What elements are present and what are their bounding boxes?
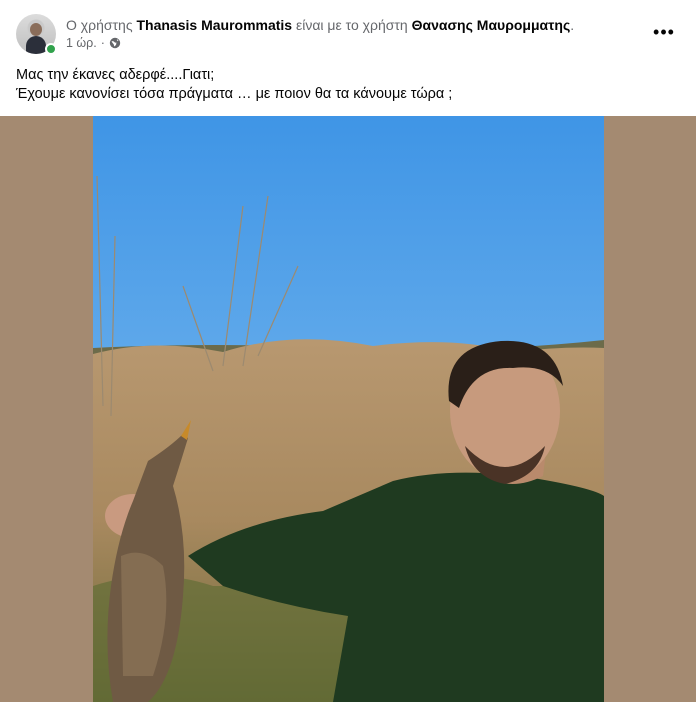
meta-separator: · — [100, 36, 105, 50]
post-text-line-2: Έχουμε κανονίσει τόσα πράγματα … με ποιο… — [16, 86, 453, 102]
author-name-link[interactable]: Thanasis Maurommatis — [136, 17, 292, 33]
post-message: Μας την έκανες αδερφέ....Γιατι; Έχουμε κ… — [16, 66, 676, 104]
post-media-frame[interactable] — [0, 116, 696, 702]
post-meta: 1 ώρ. · — [66, 36, 121, 50]
post-timestamp-link[interactable]: 1 ώρ. — [66, 36, 97, 50]
header-prefix: Ο χρήστης — [66, 17, 133, 33]
photo-scene — [93, 116, 604, 702]
tagged-user-link[interactable]: Θανασης Μαυρομματης — [412, 17, 571, 33]
post-header-line: Ο χρήστης Thanasis Maurommatis είναι με … — [66, 16, 574, 34]
more-options-button[interactable]: ••• — [650, 20, 678, 44]
header-end: . — [570, 17, 575, 33]
post-text-line-1: Μας την έκανες αδερφέ....Γιατι; — [16, 67, 215, 83]
online-status-indicator — [45, 43, 57, 55]
globe-icon[interactable] — [109, 37, 121, 49]
post-photo[interactable] — [93, 116, 604, 702]
header-connector: είναι με το χρήστη — [295, 17, 408, 33]
more-options-icon: ••• — [653, 22, 675, 42]
post-header: Ο χρήστης Thanasis Maurommatis είναι με … — [0, 0, 696, 62]
